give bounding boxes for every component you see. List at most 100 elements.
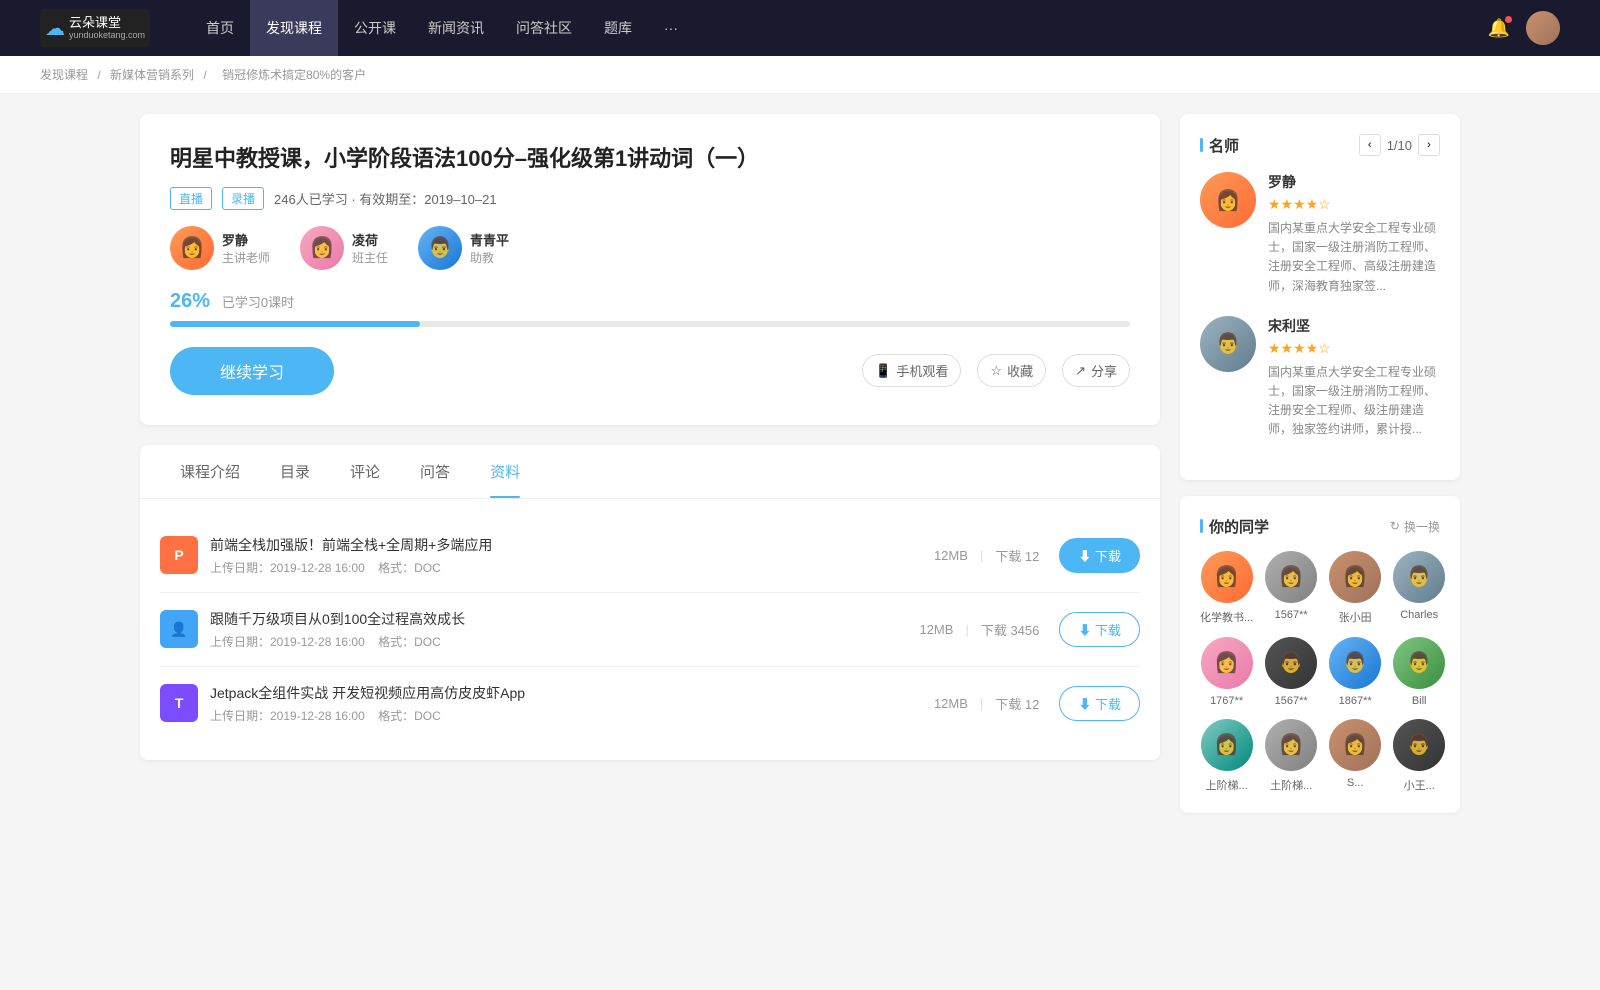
teacher-face-2: 👨 (418, 226, 462, 270)
bookmark-button[interactable]: ☆ 收藏 (977, 354, 1046, 387)
classmate-avatar-11[interactable]: 👨 (1393, 719, 1445, 771)
teacher-face-1: 👩 (300, 226, 344, 270)
classmate-avatar-9[interactable]: 👩 (1265, 719, 1317, 771)
user-avatar-nav[interactable] (1526, 11, 1560, 45)
resource-date-2: 上传日期：2019-12-28 16:00 (210, 709, 365, 723)
course-actions-row: 继续学习 📱 手机观看 ☆ 收藏 ↗ 分享 (170, 347, 1130, 395)
star-icon: ☆ (990, 363, 1002, 379)
sidebar-teacher-desc-1: 国内某重点大学安全工程专业硕士，国家一级注册消防工程师、注册安全工程师、级注册建… (1268, 363, 1440, 440)
logo-text-block: 云朵课堂 yunduoketang.com (69, 16, 145, 40)
classmate-avatar-6[interactable]: 👨 (1329, 637, 1381, 689)
sidebar-teacher-avatar-0: 👩 (1200, 172, 1256, 228)
resource-format-1: 格式：DOC (378, 635, 441, 649)
teachers-sidebar-card: 名师 ‹ 1/10 › 👩 罗静 ★★★★☆ 国内某重点大学安全工程专业硕士，国… (1180, 114, 1460, 480)
nav-item-open[interactable]: 公开课 (338, 0, 412, 56)
teacher-avatar-0: 👩 (170, 226, 214, 270)
continue-learning-button[interactable]: 继续学习 (170, 347, 334, 395)
classmate-face-2: 👩 (1329, 551, 1381, 603)
nav-item-more[interactable]: ··· (648, 0, 694, 56)
resource-date-1: 上传日期：2019-12-28 16:00 (210, 635, 365, 649)
bookmark-label: 收藏 (1007, 361, 1033, 380)
nav-item-qa[interactable]: 问答社区 (500, 0, 588, 56)
classmate-face-11: 👨 (1393, 719, 1445, 771)
resource-icon-2: T (160, 684, 198, 722)
sidebar-teacher-stars-1: ★★★★☆ (1268, 340, 1440, 357)
resource-title-1: 跟随千万级项目从0到100全过程高效成长 (210, 609, 919, 629)
tab-catalog[interactable]: 目录 (260, 445, 330, 498)
main-layout: 明星中教授课，小学阶段语法100分–强化级第1讲动词（一） 直播 录播 246人… (100, 114, 1500, 829)
classmate-name-9: 土阶梯... (1265, 777, 1317, 793)
classmates-sidebar-card: 你的同学 ↻ 换一换 👩 化学教书... 👩 1567** (1180, 496, 1460, 813)
progress-label: 已学习0课时 (222, 295, 294, 310)
nav-item-home[interactable]: 首页 (190, 0, 250, 56)
share-button[interactable]: ↗ 分享 (1062, 354, 1130, 387)
teachers-prev-button[interactable]: ‹ (1359, 134, 1381, 156)
classmate-avatar-2[interactable]: 👩 (1329, 551, 1381, 603)
classmate-name-8: 上阶梯... (1200, 777, 1253, 793)
breadcrumb-sep-2: / (203, 68, 210, 82)
logo-area[interactable]: ☁ 云朵课堂 yunduoketang.com (40, 9, 150, 47)
classmate-avatar-8[interactable]: 👩 (1201, 719, 1253, 771)
tag-recorded: 录播 (222, 187, 264, 210)
progress-percent: 26% (170, 290, 210, 312)
resource-stats-0: 12MB | 下载 12 (934, 546, 1039, 565)
mobile-watch-button[interactable]: 📱 手机观看 (862, 354, 961, 387)
classmate-face-5: 👨 (1265, 637, 1317, 689)
classmate-avatar-3[interactable]: 👨 (1393, 551, 1445, 603)
resource-icon-1: 👤 (160, 610, 198, 648)
teachers-sidebar-title: 名师 (1200, 135, 1239, 156)
teachers-next-button[interactable]: › (1418, 134, 1440, 156)
resource-meta-1: 上传日期：2019-12-28 16:00 格式：DOC (210, 633, 919, 650)
classmate-face-10: 👩 (1329, 719, 1381, 771)
tab-intro[interactable]: 课程介绍 (160, 445, 260, 498)
teachers-pagination: ‹ 1/10 › (1359, 134, 1440, 156)
breadcrumb-item-discover[interactable]: 发现课程 (40, 68, 88, 82)
tabs-header: 课程介绍 目录 评论 问答 资料 (140, 445, 1160, 499)
tab-qa[interactable]: 问答 (400, 445, 470, 498)
refresh-classmates-button[interactable]: ↻ 换一换 (1390, 518, 1440, 535)
classmate-avatar-7[interactable]: 👨 (1393, 637, 1445, 689)
sep-2: | (980, 696, 983, 711)
resource-icon-user-icon: 👤 (170, 621, 187, 638)
nav-item-discover[interactable]: 发现课程 (250, 0, 338, 56)
left-column: 明星中教授课，小学阶段语法100分–强化级第1讲动词（一） 直播 录播 246人… (140, 114, 1160, 829)
classmate-name-4: 1767** (1200, 695, 1253, 707)
download-button-1[interactable]: ⬇ 下载 (1059, 612, 1140, 647)
nav-item-news[interactable]: 新闻资讯 (412, 0, 500, 56)
classmate-name-5: 1567** (1265, 695, 1317, 707)
resource-item-1: 👤 跟随千万级项目从0到100全过程高效成长 上传日期：2019-12-28 1… (160, 593, 1140, 667)
teacher-name-2: 青青平 (470, 230, 509, 249)
right-column: 名师 ‹ 1/10 › 👩 罗静 ★★★★☆ 国内某重点大学安全工程专业硕士，国… (1180, 114, 1460, 829)
sep-0: | (980, 548, 983, 563)
classmate-avatar-1[interactable]: 👩 (1265, 551, 1317, 603)
tab-resources[interactable]: 资料 (470, 445, 540, 498)
user-avatar-image (1526, 11, 1560, 45)
action-buttons: 📱 手机观看 ☆ 收藏 ↗ 分享 (862, 354, 1130, 387)
progress-bar-fill (170, 321, 420, 327)
download-button-2[interactable]: ⬇ 下载 (1059, 686, 1140, 721)
classmate-avatar-0[interactable]: 👩 (1201, 551, 1253, 603)
classmate-avatar-10[interactable]: 👩 (1329, 719, 1381, 771)
classmate-face-0: 👩 (1201, 551, 1253, 603)
classmate-avatar-4[interactable]: 👩 (1201, 637, 1253, 689)
breadcrumb-item-series[interactable]: 新媒体营销系列 (110, 68, 194, 82)
sidebar-teacher-name-0: 罗静 (1268, 172, 1440, 192)
resource-item-2: T Jetpack全组件实战 开发短视频应用高仿皮皮虾App 上传日期：2019… (160, 667, 1140, 740)
sidebar-teacher-stars-0: ★★★★☆ (1268, 196, 1440, 213)
tab-review[interactable]: 评论 (330, 445, 400, 498)
resource-size-2: 12MB (934, 696, 968, 711)
nav-item-quiz[interactable]: 题库 (588, 0, 648, 56)
resource-item: P 前端全栈加强版！前端全栈+全周期+多端应用 上传日期：2019-12-28 … (160, 519, 1140, 593)
sidebar-teacher-details-0: 罗静 ★★★★☆ 国内某重点大学安全工程专业硕士，国家一级注册消防工程师、注册安… (1268, 172, 1440, 296)
teacher-avatar-1: 👩 (300, 226, 344, 270)
sidebar-teacher-avatar-1: 👨 (1200, 316, 1256, 372)
notification-bell-icon[interactable]: 🔔 (1488, 18, 1510, 39)
teacher-role-2: 助教 (470, 249, 509, 266)
classmate-avatar-5[interactable]: 👨 (1265, 637, 1317, 689)
share-icon: ↗ (1075, 363, 1086, 379)
classmate-name-3: Charles (1393, 609, 1445, 621)
refresh-label: 换一换 (1404, 518, 1440, 535)
classmate-face-4: 👩 (1201, 637, 1253, 689)
download-button-0[interactable]: ⬇ 下载 (1059, 538, 1140, 573)
resource-info-0: 前端全栈加强版！前端全栈+全周期+多端应用 上传日期：2019-12-28 16… (210, 535, 934, 576)
